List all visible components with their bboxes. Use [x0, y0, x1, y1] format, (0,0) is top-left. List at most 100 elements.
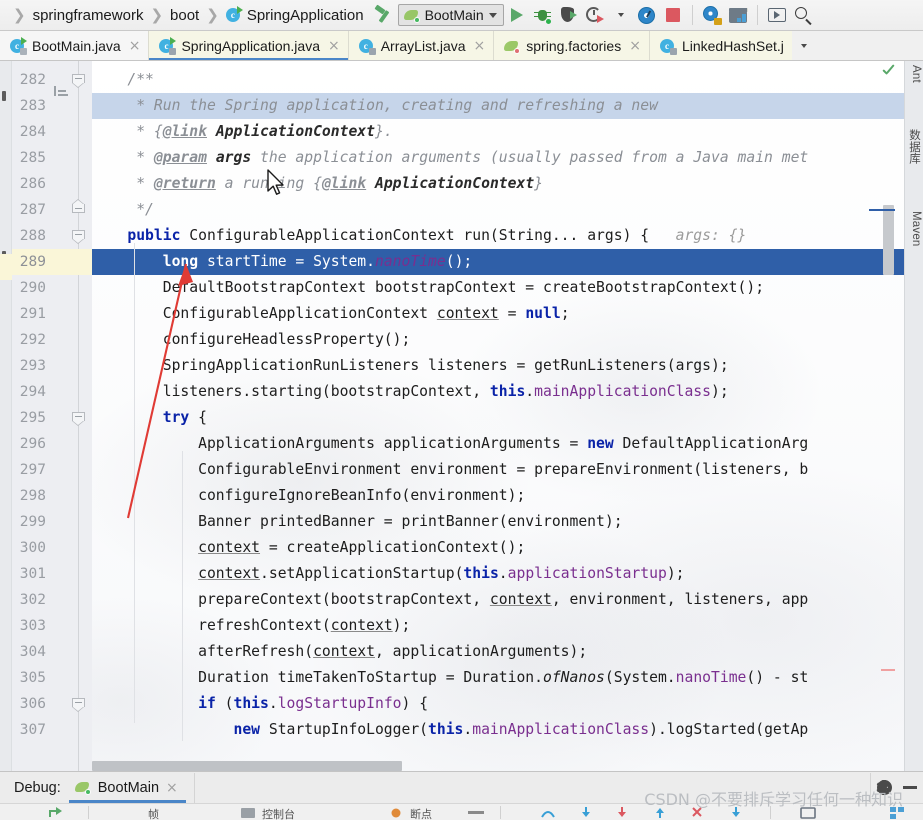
java-library-class-icon: c	[659, 38, 677, 55]
debug-button[interactable]	[530, 2, 556, 28]
close-icon[interactable]: ×	[129, 39, 141, 53]
mouse-cursor	[267, 169, 284, 195]
code-line: * @return a running {@link ApplicationCo…	[92, 175, 544, 192]
breakpoint-icon[interactable]	[390, 806, 402, 820]
code-line: try {	[162, 409, 207, 426]
console-label: 控制台	[262, 809, 295, 820]
code-line: * Run the Spring application, creating a…	[92, 97, 658, 114]
editor-tab-arraylist[interactable]: c ArrayList.java ×	[348, 31, 495, 60]
editor-tab-bootmain[interactable]: c BootMain.java ×	[0, 31, 150, 60]
close-icon[interactable]: ×	[629, 39, 641, 53]
code-line: ConfigurableApplicationContext context =…	[92, 305, 570, 322]
tab-label: LinkedHashSet.j	[681, 38, 784, 54]
breadcrumb-item-springframework[interactable]: springframework	[33, 7, 144, 24]
marker-warning	[881, 669, 895, 671]
close-icon[interactable]: ×	[166, 780, 178, 796]
inspection-ok-check-icon[interactable]	[881, 65, 897, 79]
code-line: * {@link ApplicationContext}.	[92, 123, 393, 140]
code-line: /**	[92, 71, 154, 88]
structure-icon[interactable]	[54, 86, 68, 98]
console-icon[interactable]	[240, 806, 256, 820]
attach-process-button[interactable]	[699, 2, 725, 28]
code-line: DefaultBootstrapContext bootstrapContext…	[92, 279, 765, 296]
debug-session-tab-bootmain[interactable]: BootMain ×	[61, 772, 186, 803]
toolbar-divider-2	[756, 5, 758, 25]
code-line: Banner printedBanner = printBanner(envir…	[92, 513, 623, 530]
code-line: context.setApplicationStartup(this.appli…	[198, 565, 685, 582]
step-over-icon[interactable]	[540, 806, 556, 820]
frames-label: 帧	[148, 809, 159, 820]
fold-toggle[interactable]	[72, 412, 85, 426]
line-number: 301	[19, 566, 46, 582]
stripe-item-ant[interactable]: Ant	[910, 65, 922, 83]
close-icon[interactable]: ×	[328, 39, 340, 53]
line-number: 296	[19, 436, 46, 452]
spring-boot-icon	[74, 780, 91, 795]
code-line: context = createApplicationContext();	[198, 539, 526, 556]
editor-tab-linkedhashset[interactable]: c LinkedHashSet.j	[649, 31, 792, 60]
chevron-down-icon	[488, 12, 497, 18]
fold-toggle[interactable]	[72, 199, 85, 217]
resume-icon[interactable]	[48, 806, 62, 820]
project-structure-button[interactable]	[725, 2, 751, 28]
mute-icon[interactable]	[468, 811, 484, 814]
editor-gutter[interactable]: 2812822832842852862872882892902912922932…	[12, 61, 92, 771]
stripe-item-maven[interactable]: Maven	[910, 211, 922, 247]
code-line: Duration timeTakenToStartup = Duration.o…	[92, 669, 809, 686]
breadcrumb-separator-0: ❯	[13, 6, 26, 24]
code-line: ConfigurableEnvironment environment = pr…	[92, 461, 809, 478]
spring-factories-icon	[504, 39, 521, 54]
fold-toggle[interactable]	[72, 74, 85, 88]
tab-label: spring.factories	[526, 38, 622, 54]
breadcrumb-separator-2: ❯	[206, 6, 219, 24]
code-text-area[interactable]: /** * Run the Spring application, creati…	[92, 61, 923, 771]
toolbar-divider	[691, 5, 693, 25]
stripe-highlight	[0, 254, 12, 280]
main-toolbar: ❯ springframework ❯ boot ❯ c SpringAppli…	[0, 0, 923, 31]
breadcrumb-label: boot	[170, 6, 200, 24]
tab-overflow-button[interactable]	[791, 31, 816, 60]
breadcrumb-item-springapplication[interactable]: c SpringApplication	[225, 6, 364, 24]
force-step-into-icon[interactable]	[614, 806, 630, 820]
fold-toggle[interactable]	[72, 230, 85, 244]
run-button[interactable]	[504, 2, 530, 28]
code-line: SpringApplicationRunListeners listeners …	[92, 357, 729, 374]
build-hammer-icon[interactable]	[372, 4, 394, 26]
stripe-item-database[interactable]: 数据库	[906, 129, 922, 164]
java-class-icon: c	[225, 6, 243, 23]
editor-marker-bar[interactable]	[881, 61, 895, 771]
vertical-scrollbar-thumb[interactable]	[883, 205, 894, 275]
line-number: 291	[19, 306, 46, 322]
line-number: 286	[19, 176, 46, 192]
java-library-class-icon: c	[358, 38, 376, 55]
line-number: 292	[19, 332, 46, 348]
profile-button[interactable]	[582, 2, 608, 28]
code-editor[interactable]: 2812822832842852862872882892902912922932…	[0, 61, 923, 771]
breadcrumb-label: springframework	[32, 6, 144, 24]
stripe-marker-1	[2, 91, 6, 101]
fold-toggle[interactable]	[72, 698, 85, 712]
code-line: new StartupInfoLogger(this.mainApplicati…	[233, 721, 809, 738]
step-into-icon[interactable]	[578, 806, 594, 820]
line-number: 302	[19, 592, 46, 608]
debug-title: Debug:	[14, 779, 61, 796]
attach-profiler-button[interactable]	[634, 2, 660, 28]
run-config-name: BootMain	[424, 7, 484, 23]
stop-button[interactable]	[660, 2, 686, 28]
run-configuration-selector[interactable]: BootMain	[397, 4, 504, 26]
line-number: 298	[19, 488, 46, 504]
editor-tab-spring-factories[interactable]: spring.factories ×	[494, 31, 650, 60]
breadcrumb-item-boot[interactable]: boot	[170, 7, 199, 24]
horizontal-scrollbar-thumb[interactable]	[92, 761, 402, 771]
line-number: 305	[19, 670, 46, 686]
line-number: 297	[19, 462, 46, 478]
close-icon[interactable]: ×	[474, 39, 486, 53]
code-line: configureIgnoreBeanInfo(environment);	[92, 487, 526, 504]
profile-dropdown-caret[interactable]	[608, 2, 634, 28]
run-with-coverage-button[interactable]	[556, 2, 582, 28]
marker-current-position	[869, 209, 895, 211]
terminal-button[interactable]	[764, 2, 790, 28]
breadcrumb-label: SpringApplication	[246, 6, 364, 24]
search-everywhere-button[interactable]	[790, 2, 816, 28]
editor-tab-springapplication[interactable]: c SpringApplication.java ×	[149, 31, 349, 60]
